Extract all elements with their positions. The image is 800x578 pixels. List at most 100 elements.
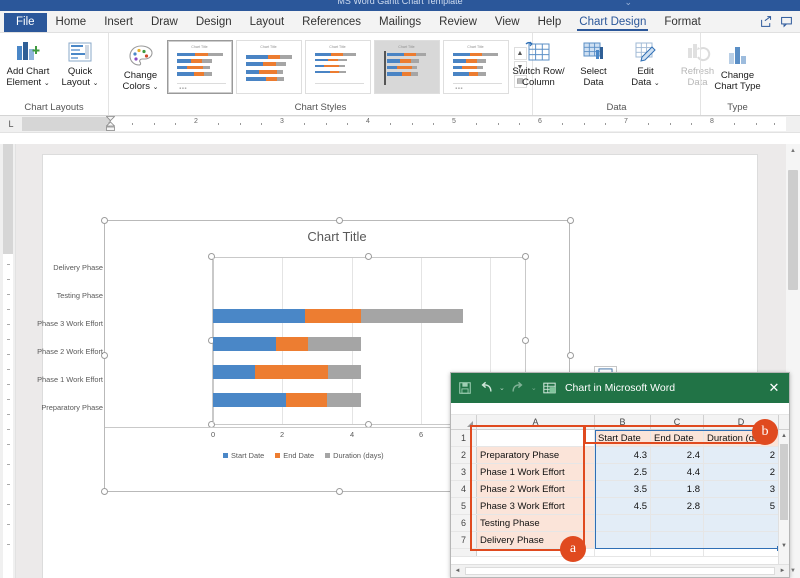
bar-phase-2-work-effort[interactable]: [213, 337, 362, 351]
excel-scroll-left-arrow-icon[interactable]: ◄: [451, 568, 464, 574]
tab-help[interactable]: Help: [529, 14, 571, 32]
cell-d4[interactable]: 3: [704, 481, 779, 497]
comments-icon[interactable]: [776, 12, 796, 30]
resize-handle-s[interactable]: [336, 488, 343, 495]
cell-b8[interactable]: [595, 549, 651, 556]
legend-label-end-date: End Date: [283, 451, 315, 460]
resize-handle-nw[interactable]: [101, 217, 108, 224]
cell-c4[interactable]: 1.8: [651, 481, 704, 497]
undo-icon[interactable]: [478, 380, 494, 396]
excel-horizontal-scrollbar[interactable]: ◄ ►: [451, 564, 789, 577]
tab-chart-design[interactable]: Chart Design: [570, 14, 655, 32]
tab-stop-selector[interactable]: L: [0, 116, 22, 133]
cell-b4[interactable]: 3.5: [595, 481, 651, 497]
legend-item-start-date[interactable]: Start Date: [223, 451, 264, 460]
legend-swatch-duration: [325, 453, 331, 458]
ribbon-group-chart-styles: Change Colors ⌄ Chart Title ■ ■ ■ Chart T…: [108, 33, 532, 115]
cell-c7[interactable]: [651, 532, 704, 548]
legend-item-end-date[interactable]: End Date: [275, 451, 314, 460]
cell-d5[interactable]: 5: [704, 498, 779, 514]
category-label-phase-2: Phase 2 Work Effort: [37, 347, 103, 356]
tab-view[interactable]: View: [486, 14, 529, 32]
tab-file[interactable]: File: [4, 13, 47, 32]
switch-row-column-button[interactable]: Switch Row/Column: [510, 35, 568, 88]
title-caret-icon[interactable]: ⌄: [624, 0, 632, 8]
change-chart-type-button[interactable]: Change Chart Type: [709, 39, 767, 92]
select-data-button[interactable]: Select Data: [568, 35, 620, 88]
cell-b7[interactable]: [595, 532, 651, 548]
bar-phase-3-work-effort[interactable]: [213, 309, 463, 323]
tab-format[interactable]: Format: [655, 14, 709, 32]
cell-d2[interactable]: 2: [704, 447, 779, 463]
excel-hscrollbar-thumb[interactable]: [465, 567, 775, 575]
chart-style-thumb-3[interactable]: Chart Title: [304, 40, 371, 94]
excel-scroll-right-arrow-icon[interactable]: ►: [776, 568, 789, 574]
tab-references[interactable]: References: [293, 14, 370, 32]
chart-styles-gallery[interactable]: Chart Title ■ ■ ■ Chart Title Chart Titl…: [166, 35, 527, 94]
legend-item-duration[interactable]: Duration (days): [325, 451, 384, 460]
tab-mailings[interactable]: Mailings: [370, 14, 430, 32]
cell-d7[interactable]: [704, 532, 779, 548]
chart-style-thumb-4[interactable]: Chart Title: [373, 40, 440, 94]
tab-review[interactable]: Review: [430, 14, 486, 32]
excel-quick-access-toolbar[interactable]: ⌄ ⌄: [457, 380, 558, 396]
bar-segment-duration: [327, 393, 361, 407]
cell-b6[interactable]: [595, 515, 651, 531]
bar-phase-1-work-effort[interactable]: [213, 365, 361, 379]
window-title: MS Word Gantt Chart Template: [337, 0, 463, 6]
cell-b2[interactable]: 4.3: [595, 447, 651, 463]
edit-in-excel-icon[interactable]: [542, 380, 558, 396]
chart-legend[interactable]: Start Date End Date Duration (days): [223, 451, 384, 460]
cell-b5[interactable]: 4.5: [595, 498, 651, 514]
cell-c3[interactable]: 4.4: [651, 464, 704, 480]
cell-d6[interactable]: [704, 515, 779, 531]
excel-scrollbar-thumb[interactable]: [780, 444, 788, 520]
indent-marker[interactable]: [105, 116, 116, 131]
change-colors-button[interactable]: Change Colors ⌄: [115, 39, 167, 93]
cell-c8[interactable]: [651, 549, 704, 556]
horizontal-ruler[interactable]: L 1 2 3 4 5 6 7 8: [0, 116, 800, 133]
tab-home[interactable]: Home: [47, 14, 96, 32]
resize-handle-e[interactable]: [567, 352, 574, 359]
undo-caret-icon[interactable]: ⌄: [499, 384, 505, 392]
chart-title[interactable]: Chart Title: [105, 229, 569, 244]
cell-c5[interactable]: 2.8: [651, 498, 704, 514]
bar-preparatory-phase[interactable]: [213, 393, 361, 407]
thumb-legend: ■ ■ ■: [455, 86, 463, 90]
redo-caret-icon[interactable]: ⌄: [531, 384, 537, 392]
tab-draw[interactable]: Draw: [142, 14, 187, 32]
excel-close-button[interactable]: ✕: [765, 379, 783, 397]
tab-insert[interactable]: Insert: [95, 14, 142, 32]
bar-segment-end-date: [304, 309, 362, 323]
chart-style-thumb-1[interactable]: Chart Title ■ ■ ■: [166, 40, 233, 94]
cell-c2[interactable]: 2.4: [651, 447, 704, 463]
ruler-mark-8: 8: [710, 118, 714, 125]
quick-layout-icon: [67, 39, 93, 65]
tab-layout[interactable]: Layout: [241, 14, 294, 32]
edit-data-button[interactable]: Edit Data ⌄: [620, 35, 672, 89]
quick-layout-button[interactable]: Quick Layout ⌄: [54, 35, 106, 89]
excel-vertical-scrollbar[interactable]: ▲ ▼: [778, 430, 789, 565]
add-chart-element-label: Add Chart Element ⌄: [6, 66, 50, 88]
chart-style-thumb-2[interactable]: Chart Title: [235, 40, 302, 94]
chart-style-thumb-5[interactable]: Chart Title ■ ■ ■: [442, 40, 509, 94]
cell-c6[interactable]: [651, 515, 704, 531]
resize-handle-n[interactable]: [336, 217, 343, 224]
excel-scroll-down-arrow-icon[interactable]: ▼: [779, 540, 789, 552]
cell-d3[interactable]: 2: [704, 464, 779, 480]
cell-b3[interactable]: 2.5: [595, 464, 651, 480]
resize-handle-sw[interactable]: [101, 488, 108, 495]
redo-icon[interactable]: [510, 380, 526, 396]
resize-handle-ne[interactable]: [567, 217, 574, 224]
cell-d8[interactable]: [704, 549, 779, 556]
save-icon[interactable]: [457, 380, 473, 396]
scroll-up-arrow-icon[interactable]: ▲: [786, 144, 800, 158]
scrollbar-thumb[interactable]: [788, 170, 798, 290]
add-chart-element-button[interactable]: Add Chart Element ⌄: [2, 35, 54, 89]
tab-design[interactable]: Design: [187, 14, 241, 32]
vertical-ruler[interactable]: [0, 144, 16, 578]
excel-scroll-up-arrow-icon[interactable]: ▲: [779, 430, 789, 442]
excel-title-bar[interactable]: ⌄ ⌄ Chart in Microsoft Word ✕: [451, 373, 789, 403]
ruler-track[interactable]: 1 2 3 4 5 6 7 8: [22, 116, 786, 131]
share-icon[interactable]: [756, 12, 776, 30]
